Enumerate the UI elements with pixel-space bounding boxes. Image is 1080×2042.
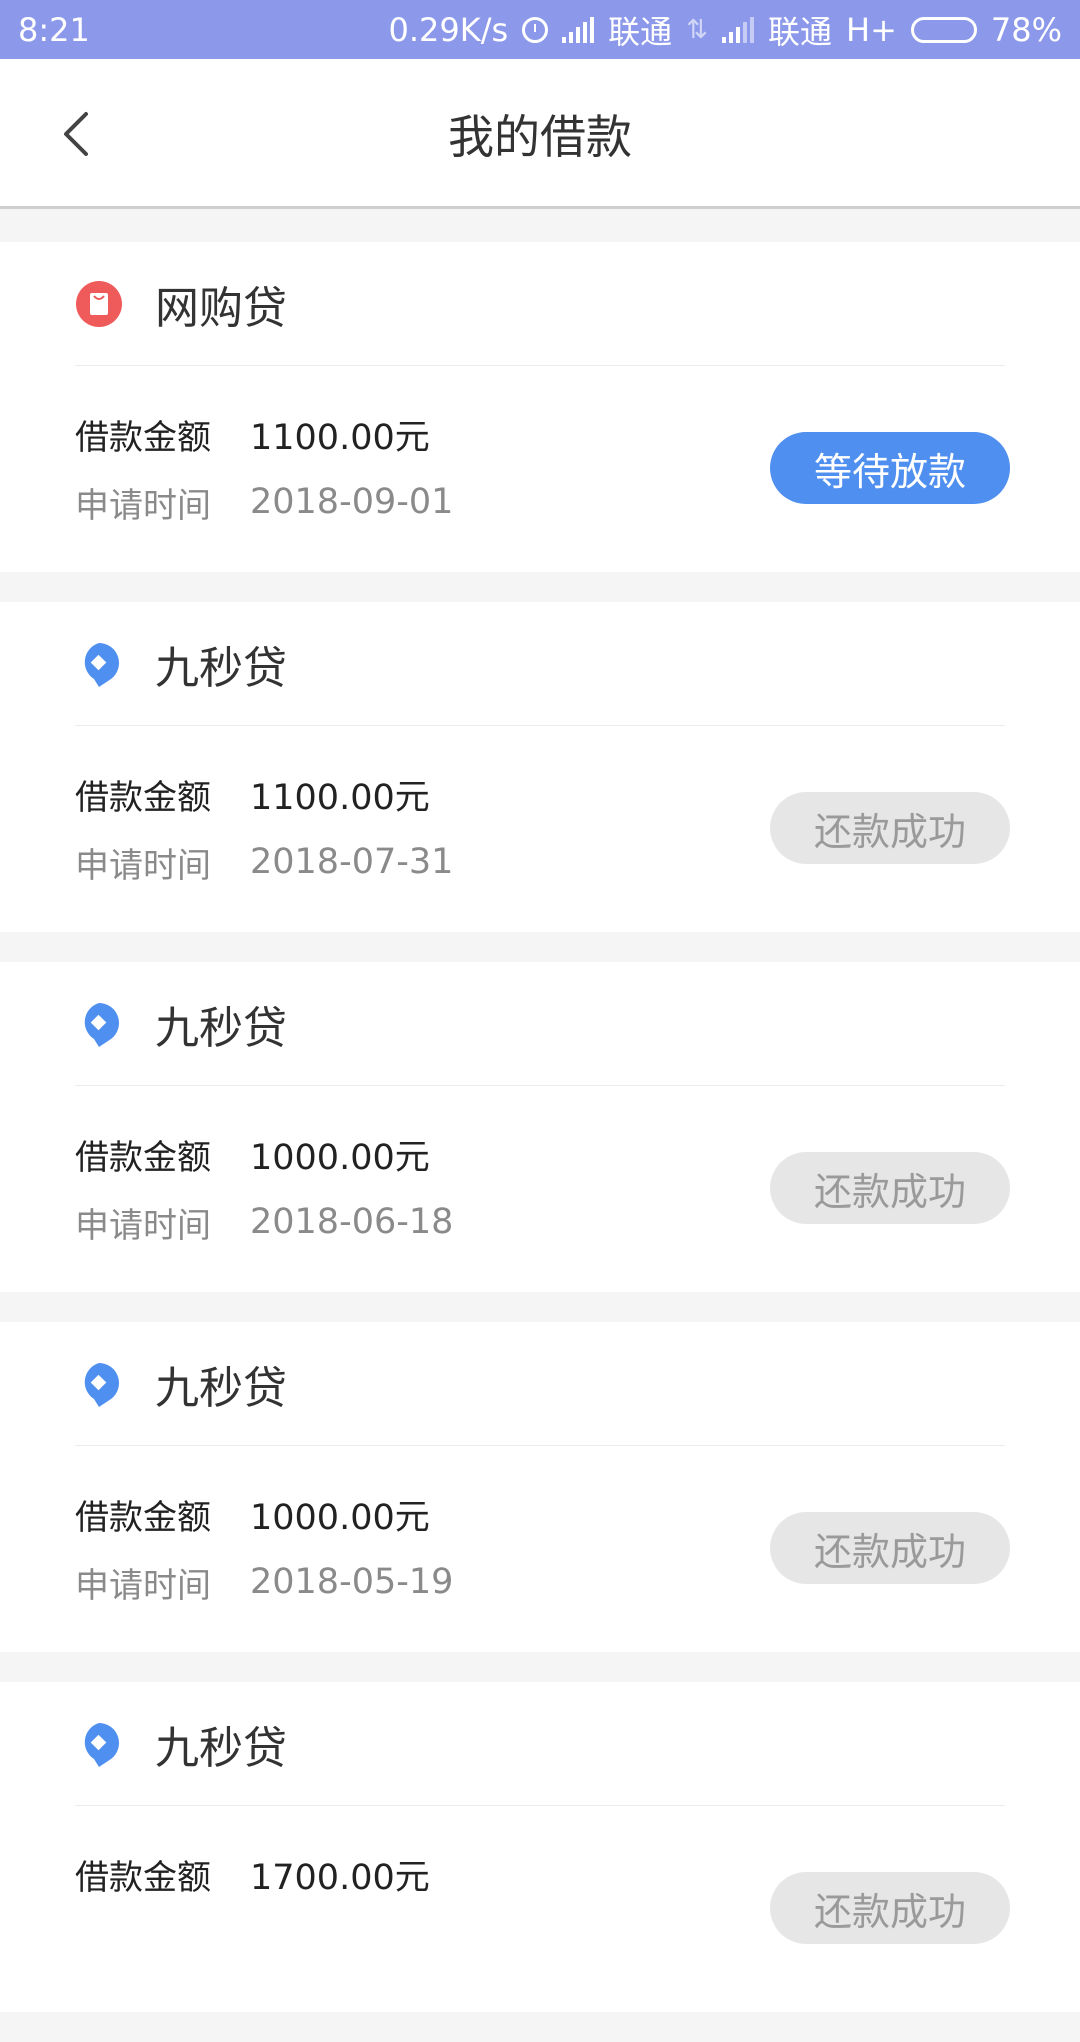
apply-date-label: 申请时间 <box>75 485 211 526</box>
network-speed: 0.29K/s <box>388 10 509 49</box>
data-transfer-icon: ⇅ <box>686 14 708 45</box>
chevron-left-icon <box>64 112 88 156</box>
loan-details: 借款金额 1100.00元 申请时间 2018-09-01 <box>75 412 453 548</box>
apply-date-value: 2018-06-18 <box>250 1202 454 1242</box>
product-name: 九秒贷 <box>155 1362 287 1414</box>
loan-amount-label: 借款金额 <box>75 417 211 458</box>
loan-status-button[interactable]: 等待放款 <box>770 432 1010 504</box>
location-pin-icon <box>84 1722 119 1767</box>
loan-card[interactable]: 九秒贷 借款金额 1000.00元 申请时间 2018-06-18 还款成功 <box>0 962 1080 1292</box>
loan-card-header: 网购贷 <box>75 242 1005 366</box>
battery-percent: 78% <box>990 10 1062 49</box>
apply-date-row: 申请时间 2018-09-01 <box>75 480 454 526</box>
loan-amount-label: 借款金额 <box>75 777 211 818</box>
apply-date-value: 2018-05-19 <box>250 1562 454 1602</box>
status-indicators: 0.29K/s 联通 ⇅ 联通 H+ 78% <box>388 7 1062 53</box>
loan-amount-value: 1000.00元 <box>250 1497 430 1538</box>
product-name: 九秒贷 <box>155 642 287 694</box>
network-type: H+ <box>846 10 897 49</box>
status-bar: 8:21 0.29K/s 联通 ⇅ 联通 H+ 78% <box>0 0 1080 59</box>
apply-date-value: 2018-09-01 <box>250 482 454 522</box>
location-pin-icon <box>84 1002 119 1047</box>
page-title: 我的借款 <box>448 110 632 164</box>
loan-details: 借款金额 1100.00元 申请时间 2018-07-31 <box>75 772 453 908</box>
signal-icon <box>562 16 595 43</box>
loan-card-header: 九秒贷 <box>75 962 1005 1086</box>
loan-amount-value: 1000.00元 <box>250 1137 430 1178</box>
apply-date-row: 申请时间 2018-06-18 <box>75 1200 454 1246</box>
carrier-name-secondary: 联通 <box>767 12 832 51</box>
loan-amount-row: 借款金额 1700.00元 <box>75 1852 430 1898</box>
loan-amount-label: 借款金额 <box>75 1857 211 1898</box>
loan-details: 借款金额 1700.00元 <box>75 1852 430 1920</box>
location-pin-icon <box>84 642 119 687</box>
status-time: 8:21 <box>18 10 90 49</box>
loan-details: 借款金额 1000.00元 申请时间 2018-05-19 <box>75 1492 453 1628</box>
location-pin-icon <box>84 1362 119 1407</box>
loan-amount-row: 借款金额 1000.00元 <box>75 1492 453 1538</box>
apply-date-label: 申请时间 <box>75 1565 211 1606</box>
loan-card-header: 九秒贷 <box>75 1682 1005 1806</box>
back-button[interactable] <box>50 104 110 164</box>
loan-amount-row: 借款金额 1100.00元 <box>75 772 453 818</box>
signal-icon-secondary <box>721 16 754 43</box>
alarm-icon <box>522 16 549 43</box>
apply-date-row: 申请时间 2018-05-19 <box>75 1560 454 1606</box>
loan-amount-row: 借款金额 1000.00元 <box>75 1132 453 1178</box>
product-name: 九秒贷 <box>155 1002 287 1054</box>
loan-status-button[interactable]: 还款成功 <box>770 1872 1010 1944</box>
apply-date-label: 申请时间 <box>75 1205 211 1246</box>
loan-list: 网购贷 借款金额 1100.00元 申请时间 2018-09-01 等待放款 九… <box>0 242 1080 2042</box>
product-name: 网购贷 <box>155 282 287 334</box>
loan-amount-value: 1700.00元 <box>250 1857 430 1898</box>
loan-amount-label: 借款金额 <box>75 1137 211 1178</box>
shopping-bag-icon <box>76 280 122 327</box>
apply-date-value: 2018-07-31 <box>250 842 454 882</box>
loan-card[interactable]: 九秒贷 借款金额 1100.00元 申请时间 2018-07-31 还款成功 <box>0 602 1080 932</box>
navigation-bar: 我的借款 <box>0 59 1080 209</box>
loan-card[interactable]: 网购贷 借款金额 1100.00元 申请时间 2018-09-01 等待放款 <box>0 242 1080 572</box>
loan-card-header: 九秒贷 <box>75 1322 1005 1446</box>
carrier-name: 联通 <box>608 12 673 51</box>
loan-amount-value: 1100.00元 <box>250 417 430 458</box>
loan-amount-label: 借款金额 <box>75 1497 211 1538</box>
loan-status-button[interactable]: 还款成功 <box>770 792 1010 864</box>
apply-date-label: 申请时间 <box>75 845 211 886</box>
loan-amount-row: 借款金额 1100.00元 <box>75 412 453 458</box>
battery-icon <box>910 16 977 43</box>
loan-status-button[interactable]: 还款成功 <box>770 1152 1010 1224</box>
apply-date-row: 申请时间 2018-07-31 <box>75 840 454 886</box>
loan-card[interactable]: 九秒贷 借款金额 1700.00元 还款成功 <box>0 1682 1080 2012</box>
loan-card-header: 九秒贷 <box>75 602 1005 726</box>
product-name: 九秒贷 <box>155 1722 287 1774</box>
loan-card[interactable]: 九秒贷 借款金额 1000.00元 申请时间 2018-05-19 还款成功 <box>0 1322 1080 1652</box>
loan-status-button[interactable]: 还款成功 <box>770 1512 1010 1584</box>
loan-details: 借款金额 1000.00元 申请时间 2018-06-18 <box>75 1132 453 1268</box>
loan-amount-value: 1100.00元 <box>250 777 430 818</box>
